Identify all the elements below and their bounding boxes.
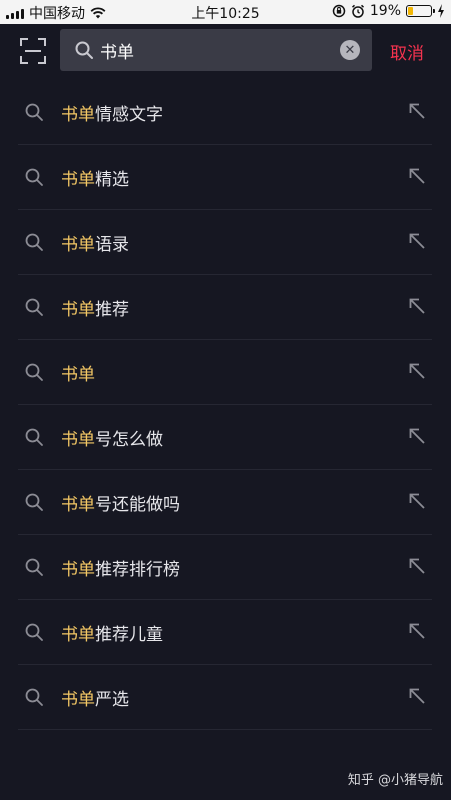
suggestion-text: 书单严选 (61, 685, 129, 710)
suggestion-text: 书单 (61, 360, 95, 385)
suggestion-text: 书单情感文字 (61, 100, 163, 125)
search-icon (25, 168, 43, 186)
suggestion-text: 书单推荐 (61, 295, 129, 320)
search-header: ✕ 取消 (0, 24, 451, 76)
suggestion-rest: 语录 (95, 235, 129, 255)
suggestion-item[interactable]: 书单推荐排行榜 (18, 535, 432, 600)
suggestion-highlight: 书单 (61, 495, 95, 515)
fill-query-arrow-icon[interactable] (408, 297, 426, 315)
search-icon (25, 428, 43, 446)
suggestion-highlight: 书单 (61, 690, 95, 710)
suggestion-text: 书单推荐儿童 (61, 620, 163, 645)
search-icon (25, 558, 43, 576)
fill-query-arrow-icon[interactable] (408, 362, 426, 380)
suggestion-list: 书单情感文字 书单精选 书单语录 书单推荐 书单 书单号怎么做 书单号还能做吗 书单推荐排行榜… (0, 80, 451, 730)
suggestion-rest: 严选 (95, 690, 129, 710)
search-icon (25, 623, 43, 641)
suggestion-rest: 号还能做吗 (95, 495, 180, 515)
suggestion-text: 书单号还能做吗 (61, 490, 180, 515)
search-icon (25, 363, 43, 381)
suggestion-rest: 情感文字 (95, 105, 163, 125)
search-icon (25, 493, 43, 511)
suggestion-text: 书单精选 (61, 165, 129, 190)
search-icon (25, 688, 43, 706)
suggestion-item[interactable]: 书单号怎么做 (18, 405, 432, 470)
watermark: 知乎 @小猪导航 (347, 773, 443, 788)
status-right: 19% (332, 3, 445, 19)
search-input[interactable] (100, 29, 330, 71)
suggestion-item[interactable]: 书单严选 (18, 665, 432, 730)
suggestion-highlight: 书单 (61, 365, 95, 385)
suggestion-item[interactable]: 书单推荐儿童 (18, 600, 432, 665)
suggestion-text: 书单推荐排行榜 (61, 555, 180, 580)
suggestion-rest: 推荐 (95, 300, 129, 320)
suggestion-highlight: 书单 (61, 170, 95, 190)
fill-query-arrow-icon[interactable] (408, 687, 426, 705)
status-bar: 中国移动 上午10:25 19% (0, 0, 451, 24)
suggestion-highlight: 书单 (61, 430, 95, 450)
scan-icon[interactable] (20, 38, 46, 64)
suggestion-rest: 精选 (95, 170, 129, 190)
suggestion-item[interactable]: 书单语录 (18, 210, 432, 275)
suggestion-item[interactable]: 书单号还能做吗 (18, 470, 432, 535)
fill-query-arrow-icon[interactable] (408, 622, 426, 640)
suggestion-highlight: 书单 (61, 300, 95, 320)
suggestion-rest: 号怎么做 (95, 430, 163, 450)
suggestion-highlight: 书单 (61, 105, 95, 125)
charging-icon (438, 4, 444, 18)
fill-query-arrow-icon[interactable] (408, 232, 426, 250)
battery-percent: 19% (369, 3, 401, 19)
orientation-lock-icon (332, 4, 346, 18)
suggestion-highlight: 书单 (61, 235, 95, 255)
suggestion-highlight: 书单 (61, 625, 95, 645)
fill-query-arrow-icon[interactable] (408, 557, 426, 575)
fill-query-arrow-icon[interactable] (408, 167, 426, 185)
suggestion-item[interactable]: 书单推荐 (18, 275, 432, 340)
search-icon (25, 233, 43, 251)
suggestion-item[interactable]: 书单精选 (18, 145, 432, 210)
fill-query-arrow-icon[interactable] (408, 427, 426, 445)
search-box[interactable]: ✕ (60, 29, 372, 71)
suggestion-text: 书单语录 (61, 230, 129, 255)
alarm-icon (351, 4, 364, 18)
suggestion-rest: 推荐排行榜 (95, 560, 180, 580)
battery-icon (406, 5, 435, 17)
fill-query-arrow-icon[interactable] (408, 492, 426, 510)
fill-query-arrow-icon[interactable] (408, 102, 426, 120)
suggestion-rest: 推荐儿童 (95, 625, 163, 645)
search-icon (25, 298, 43, 316)
suggestion-item[interactable]: 书单 (18, 340, 432, 405)
suggestion-item[interactable]: 书单情感文字 (18, 80, 432, 145)
suggestion-text: 书单号怎么做 (61, 425, 163, 450)
search-icon (25, 103, 43, 121)
suggestion-highlight: 书单 (61, 560, 95, 580)
clear-icon[interactable]: ✕ (340, 40, 360, 60)
cancel-button[interactable]: 取消 (390, 39, 424, 64)
search-icon (75, 41, 93, 59)
